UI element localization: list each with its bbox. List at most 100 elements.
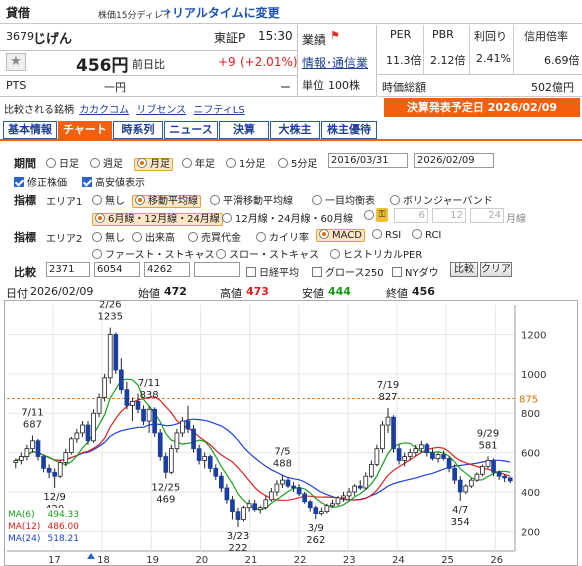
compare-code-3[interactable]: 4262 (144, 262, 190, 277)
period-daily[interactable]: 日足 (46, 155, 79, 170)
low-label: 安値 (302, 287, 324, 300)
indicator-label-2: 指標 (14, 231, 36, 244)
key-icon[interactable]: ⚿ (376, 208, 388, 222)
candle (18, 456, 24, 461)
area1-none[interactable]: 無し (92, 192, 125, 207)
compared-link-3[interactable]: ニフティLS (193, 105, 244, 116)
candle (113, 334, 119, 371)
adjusted-price-checkbox[interactable]: 修正株価 (14, 174, 67, 189)
compare-nikkei[interactable]: 日経平均 (246, 264, 299, 279)
date-from-input[interactable]: 2016/03/31 (328, 153, 408, 168)
candle (185, 420, 191, 430)
x-tick-label: 17 (48, 555, 61, 565)
annotation-date: 9/29 (477, 428, 499, 439)
area1-smoothed-ma[interactable]: 平滑移動平均線 (210, 192, 293, 207)
tab-earnings[interactable]: 決算 (219, 121, 269, 139)
candle (52, 471, 58, 477)
ohlc-bar: 日付 2026/02/09 始値 472 高値 473 安値 444 終値 45… (4, 285, 578, 300)
compare-code-4[interactable] (194, 262, 240, 277)
favorite-star-icon[interactable]: ★ (6, 53, 26, 71)
area2-rsi[interactable]: RSI (372, 229, 401, 241)
date-to-input[interactable]: 2026/02/09 (414, 153, 494, 168)
y-tick-label: 1000 (521, 370, 546, 381)
hilo-checkbox[interactable]: 高安値表示 (82, 174, 145, 189)
compare-button[interactable]: 比較 (450, 262, 478, 277)
yield-header: 利回り (474, 30, 507, 43)
candle (230, 499, 235, 513)
area2-fast-stoch[interactable]: ファースト・ストキャス (92, 246, 215, 261)
compared-link-2[interactable]: リブセンス (136, 105, 186, 116)
period-1min[interactable]: 1分足 (226, 155, 265, 170)
period-yearly[interactable]: 年足 (182, 155, 215, 170)
tab-benefits[interactable]: 株主優待 (321, 121, 377, 139)
compare-code-1[interactable]: 2371 (46, 262, 90, 277)
candle (252, 503, 258, 511)
candle (135, 401, 141, 410)
yield-value: 2.41% (476, 52, 511, 65)
area2-macd[interactable]: MACD (316, 229, 365, 242)
compare-growth250[interactable]: グロース250 (312, 264, 384, 279)
candle (480, 465, 485, 475)
ma-custom-1[interactable]: 6 (394, 208, 428, 223)
tab-underline (0, 139, 582, 141)
area2-slow-stoch[interactable]: スロー・ストキャス (216, 246, 319, 261)
area2-volume[interactable]: 出来高 (132, 229, 175, 244)
tab-news[interactable]: ニュース (164, 121, 218, 139)
candle (430, 452, 435, 459)
flag-icon[interactable]: ⚑ (330, 30, 342, 42)
candle (57, 462, 63, 477)
candle (180, 420, 185, 434)
candle (163, 456, 169, 473)
industry-link[interactable]: 情報･通信業 (302, 54, 368, 71)
area2-label: エリア2 (46, 234, 83, 245)
compared-link-1[interactable]: カカクコム (79, 105, 129, 116)
clear-button[interactable]: クリア (480, 262, 512, 277)
period-5min[interactable]: 5分足 (278, 155, 317, 170)
candle (241, 507, 246, 520)
tab-chart[interactable]: チャート (58, 121, 112, 139)
compare-nydow[interactable]: NYダウ (392, 264, 439, 279)
candle (296, 487, 302, 495)
ohlc-date-label: 日付 (6, 287, 28, 300)
area1-ichimoku[interactable]: 一目均衡表 (312, 192, 375, 207)
ma-unit-label: 月線 (506, 214, 526, 225)
candle (380, 424, 385, 450)
candle (502, 475, 508, 479)
market-name: 東証P (214, 31, 246, 45)
x-tick-label: 19 (146, 555, 159, 565)
x-tick-label: 26 (490, 555, 503, 565)
area2-rci[interactable]: RCI (412, 229, 441, 241)
compare-code-2[interactable]: 6054 (94, 262, 140, 277)
area2-deviation[interactable]: カイリ率 (256, 229, 309, 244)
period-weekly[interactable]: 週足 (90, 155, 123, 170)
candle (68, 438, 74, 454)
annotation-value: 1235 (97, 312, 122, 323)
realtime-link[interactable]: リアルタイムに変更 (172, 4, 280, 21)
price-chart[interactable]: 200 400 600 800 1000 1200 17 18 19 20 21 22 23 24 25 26… (4, 300, 578, 566)
candle (385, 416, 391, 426)
pts-row: PTS 一円 ー (0, 75, 298, 97)
tab-shareholders[interactable]: 大株主 (270, 121, 320, 139)
prev-day-label: 前日比 (132, 58, 165, 71)
area1-moving-average[interactable]: 移動平均線 (132, 192, 201, 208)
period-monthly[interactable]: 月足 (134, 155, 173, 171)
annotation-date: 7/19 (377, 380, 399, 391)
candle (352, 485, 358, 493)
candle (285, 479, 291, 487)
candle (302, 493, 308, 503)
area2-historical-per[interactable]: ヒストリカルPER (330, 246, 422, 261)
candle (35, 440, 41, 457)
ma-custom-3[interactable]: 24 (470, 208, 504, 223)
tab-timeseries[interactable]: 時系列 (113, 121, 163, 139)
per-value: 11.3倍 (386, 54, 422, 67)
performance-label[interactable]: 業績 (302, 31, 326, 48)
candle (435, 454, 441, 459)
ma-12-24-60[interactable]: 12月線・24月線・60月線 (222, 210, 353, 225)
area2-turnover[interactable]: 売買代金 (188, 229, 241, 244)
area2-none[interactable]: 無し (92, 229, 125, 244)
candle (85, 424, 91, 442)
area1-bollinger[interactable]: ボリンジャーバンド (390, 192, 493, 207)
tab-basic-info[interactable]: 基本情報 (3, 121, 57, 139)
ma-6-12-24[interactable]: 6月線・12月線・24月線 (92, 210, 223, 226)
ma-custom-2[interactable]: 12 (432, 208, 466, 223)
